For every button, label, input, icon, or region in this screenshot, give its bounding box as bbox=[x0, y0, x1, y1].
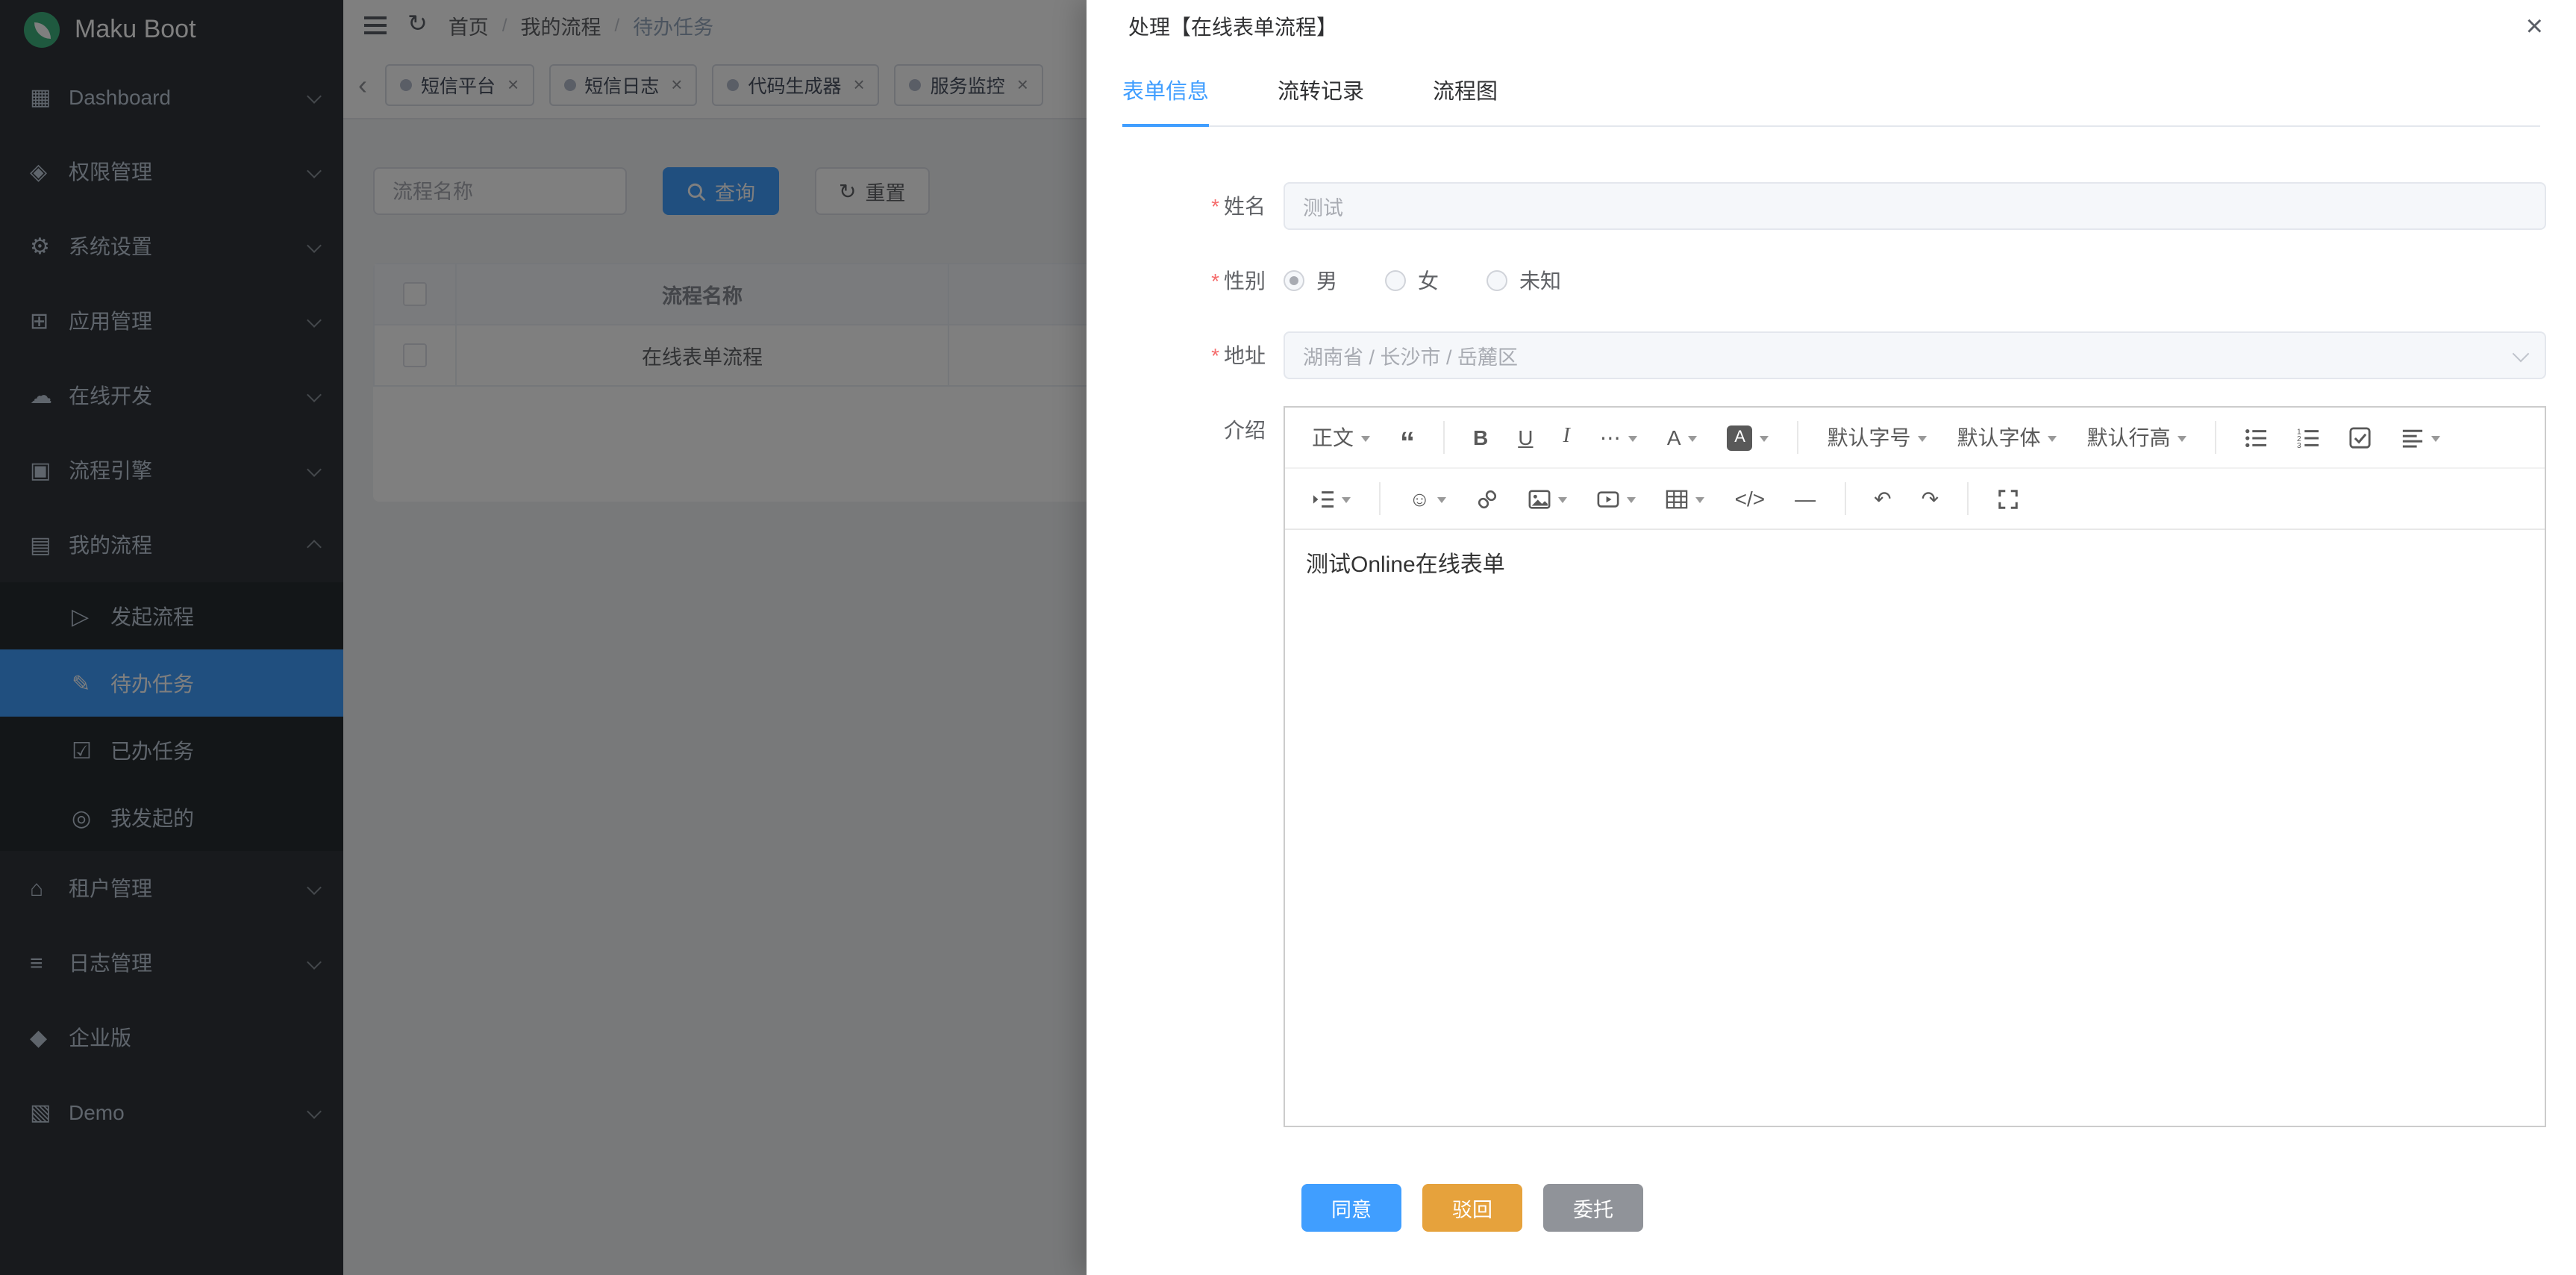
more-styles-button[interactable]: ⋯ bbox=[1589, 417, 1648, 458]
toolbar-divider bbox=[1443, 421, 1445, 454]
address-select[interactable]: 湖南省 / 长沙市 / 岳麓区 bbox=[1284, 331, 2546, 379]
toolbar-divider bbox=[1967, 482, 1969, 515]
highlight-icon: A bbox=[1728, 425, 1753, 450]
tab-flow-chart[interactable]: 流程图 bbox=[1433, 75, 1498, 125]
italic-button[interactable]: I bbox=[1553, 417, 1581, 458]
paragraph-style-button[interactable]: 正文 bbox=[1301, 417, 1381, 458]
drawer-title: 处理【在线表单流程】 bbox=[1128, 12, 1337, 42]
numbered-list-icon: 1 2 3 bbox=[2298, 426, 2320, 449]
radio-male[interactable]: 男 bbox=[1284, 266, 1337, 296]
caret-down-icon bbox=[2178, 435, 2187, 446]
form-row-name: *姓名 bbox=[1122, 182, 2546, 230]
redo-button[interactable]: ↷ bbox=[1911, 478, 1949, 520]
caret-down-icon bbox=[1696, 496, 1705, 507]
font-color-button[interactable]: A bbox=[1657, 417, 1708, 458]
underline-button[interactable]: U bbox=[1507, 417, 1543, 458]
fullscreen-icon bbox=[1997, 487, 2019, 510]
editor-toolbar-row1: 正文 “ B U I ⋯ A A 默认字号 默认字体 默认行 bbox=[1285, 408, 2545, 469]
todo-checkbox-icon bbox=[2350, 426, 2372, 449]
bulleted-list-icon bbox=[2245, 426, 2268, 449]
drawer-actions: 同意 驳回 委托 bbox=[1122, 1154, 2546, 1232]
indent-icon bbox=[1312, 487, 1334, 510]
app-window: Maku Boot ▦ Dashboard ◈ 权限管理 ⚙ 系统设置 ⊞ 应用… bbox=[0, 0, 2576, 1275]
table-icon bbox=[1666, 487, 1689, 510]
caret-down-icon bbox=[1438, 496, 1447, 507]
gender-radio-group: 男 女 未知 bbox=[1284, 257, 2546, 305]
drawer-form: *姓名 *性别 男 女 bbox=[1087, 127, 2576, 1275]
close-icon[interactable]: × bbox=[2526, 12, 2543, 42]
tab-flow-records[interactable]: 流转记录 bbox=[1278, 75, 1364, 125]
emoji-button[interactable]: ☺ bbox=[1398, 478, 1457, 520]
editor-content[interactable]: 测试Online在线表单 bbox=[1285, 530, 2545, 1126]
align-button[interactable] bbox=[2392, 417, 2451, 458]
handle-process-drawer: 处理【在线表单流程】 × 表单信息 流转记录 流程图 *姓名 *性别 bbox=[1087, 0, 2576, 1275]
todo-list-button[interactable] bbox=[2339, 417, 2383, 458]
radio-unknown[interactable]: 未知 bbox=[1486, 266, 1561, 296]
caret-down-icon bbox=[1760, 435, 1769, 446]
caret-down-icon bbox=[1342, 496, 1351, 507]
toolbar-divider bbox=[1798, 421, 1799, 454]
caret-down-icon bbox=[1689, 435, 1698, 446]
toolbar-divider bbox=[1844, 482, 1845, 515]
caret-down-icon bbox=[1919, 435, 1928, 446]
delegate-button[interactable]: 委托 bbox=[1543, 1184, 1643, 1232]
font-size-select[interactable]: 默认字号 bbox=[1817, 417, 1938, 458]
bulleted-list-button[interactable] bbox=[2235, 417, 2278, 458]
caret-down-icon bbox=[1559, 496, 1568, 507]
align-icon bbox=[2402, 426, 2425, 449]
chevron-down-icon bbox=[2513, 345, 2530, 362]
quote-button[interactable]: “ bbox=[1389, 417, 1425, 458]
caret-down-icon bbox=[1628, 496, 1636, 507]
radio-dot-icon bbox=[1486, 270, 1507, 291]
video-icon bbox=[1598, 487, 1620, 510]
drawer-header: 处理【在线表单流程】 × bbox=[1087, 0, 2576, 42]
drawer-tabs: 表单信息 流转记录 流程图 bbox=[1122, 75, 2540, 127]
bg-color-button[interactable]: A bbox=[1717, 417, 1780, 458]
name-field[interactable] bbox=[1284, 182, 2546, 230]
link-button[interactable] bbox=[1466, 478, 1510, 520]
code-block-button[interactable]: </> bbox=[1725, 478, 1776, 520]
numbered-list-button[interactable]: 1 2 3 bbox=[2287, 417, 2330, 458]
reject-button[interactable]: 驳回 bbox=[1422, 1184, 1522, 1232]
bold-button[interactable]: B bbox=[1463, 417, 1498, 458]
image-icon bbox=[1529, 487, 1551, 510]
caret-down-icon bbox=[2048, 435, 2057, 446]
undo-button[interactable]: ↶ bbox=[1863, 478, 1901, 520]
toolbar-divider bbox=[2216, 421, 2217, 454]
svg-text:3: 3 bbox=[2298, 441, 2302, 449]
agree-button[interactable]: 同意 bbox=[1301, 1184, 1401, 1232]
rich-text-editor: 正文 “ B U I ⋯ A A 默认字号 默认字体 默认行 bbox=[1284, 406, 2546, 1127]
caret-down-icon bbox=[1361, 435, 1370, 446]
font-family-select[interactable]: 默认字体 bbox=[1947, 417, 2068, 458]
form-row-address: *地址 湖南省 / 长沙市 / 岳麓区 bbox=[1122, 331, 2546, 379]
editor-toolbar-row2: ☺ bbox=[1285, 469, 2545, 530]
radio-female[interactable]: 女 bbox=[1385, 266, 1439, 296]
radio-dot-icon bbox=[1284, 270, 1304, 291]
indent-button[interactable] bbox=[1301, 478, 1361, 520]
radio-dot-icon bbox=[1385, 270, 1406, 291]
line-height-select[interactable]: 默认行高 bbox=[2077, 417, 2198, 458]
caret-down-icon bbox=[1628, 435, 1637, 446]
caret-down-icon bbox=[2432, 435, 2441, 446]
image-button[interactable] bbox=[1519, 478, 1578, 520]
table-button[interactable] bbox=[1656, 478, 1716, 520]
tab-form-info[interactable]: 表单信息 bbox=[1122, 75, 1209, 125]
divider-button[interactable]: — bbox=[1784, 478, 1826, 520]
toolbar-divider bbox=[1379, 482, 1381, 515]
video-button[interactable] bbox=[1587, 478, 1647, 520]
form-row-intro: 介绍 正文 “ B U I ⋯ A A bbox=[1122, 406, 2546, 1127]
link-icon bbox=[1477, 487, 1499, 510]
fullscreen-button[interactable] bbox=[1986, 478, 2030, 520]
form-row-gender: *性别 男 女 未知 bbox=[1122, 257, 2546, 305]
